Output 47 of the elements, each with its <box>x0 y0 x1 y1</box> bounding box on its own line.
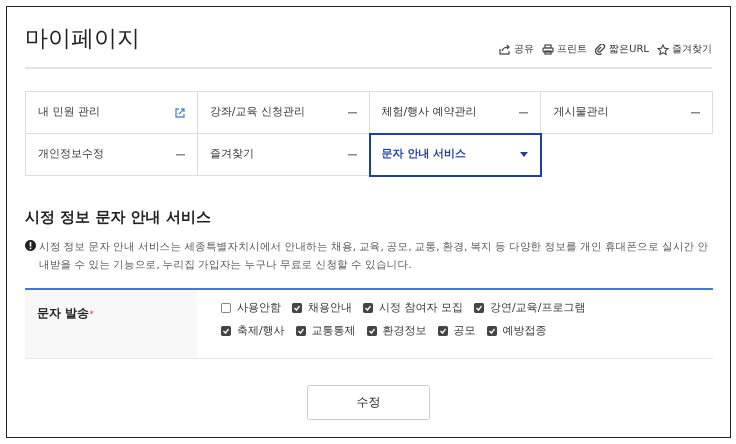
checkbox[interactable] <box>221 326 231 336</box>
caret-icon <box>520 152 528 157</box>
checkbox[interactable] <box>474 302 484 313</box>
option-label: 시정 참여자 모집 <box>379 300 463 316</box>
share-icon <box>499 44 512 55</box>
star-icon <box>657 44 669 56</box>
page-title: 마이페이지 <box>25 28 140 51</box>
dash-icon <box>176 154 185 156</box>
checkbox[interactable] <box>363 302 373 313</box>
section-title: 시정 정보 문자 안내 서비스 <box>25 207 212 228</box>
alert-icon <box>25 240 36 250</box>
menu-tab[interactable]: 즐겨찾기 <box>198 134 370 176</box>
option-label: 공모 <box>454 323 476 339</box>
toolbar-link[interactable]: 즐겨찾기 <box>657 42 712 57</box>
checkbox[interactable] <box>296 326 306 336</box>
option-label: 축제/행사 <box>237 323 285 339</box>
toolbar-link[interactable]: 짧은URL <box>595 42 649 57</box>
dash-icon <box>691 112 700 114</box>
checkbox[interactable] <box>486 326 497 336</box>
option-label: 강연/교육/프로그램 <box>490 300 586 316</box>
menu-tab[interactable]: 문자 안내 서비스 <box>370 134 542 176</box>
checkbox[interactable] <box>292 302 302 313</box>
option-label: 환경정보 <box>382 323 427 339</box>
field-label: 문자 발송 <box>37 306 90 320</box>
print-icon <box>542 44 554 55</box>
menu-tab[interactable]: 강좌/교육 신청관리 <box>198 92 370 134</box>
option-label: 채용안내 <box>308 300 352 316</box>
option-label: 사용안함 <box>237 300 281 316</box>
external-link-icon <box>174 108 185 118</box>
dash-icon <box>348 112 356 114</box>
dash-icon <box>348 154 356 156</box>
link-icon <box>595 44 606 55</box>
notice-text: 시정 정보 문자 안내 서비스는 세종특별자치시에서 안내하는 채용, 교육, 공모, 교통, 환경, 복지 등 다양한 정보를 개인 휴대폰으로 실시간 안내받을 수 있는 기능으로, 누리집 가입자는 누구나 무료로 신청할 수 있습니다. <box>39 240 710 272</box>
menu-tab[interactable]: 체험/행사 예약관리 <box>370 92 542 134</box>
toolbar-link[interactable]: 프린트 <box>542 42 588 57</box>
toolbar-link[interactable]: 공유 <box>499 42 534 57</box>
dash-icon <box>519 112 528 114</box>
checkbox[interactable] <box>221 302 231 313</box>
checkbox[interactable] <box>366 326 377 336</box>
option-label: 예방접종 <box>502 323 547 339</box>
menu-tab[interactable]: 개인정보수정 <box>26 134 198 176</box>
menu-tab[interactable]: 게시물관리 <box>541 92 713 134</box>
required-mark: * <box>89 310 94 320</box>
menu-tab[interactable]: 내 민원 관리 <box>26 92 198 134</box>
edit-button[interactable]: 수정 <box>307 384 430 420</box>
option-label: 교통통제 <box>312 323 356 339</box>
checkbox[interactable] <box>438 326 448 336</box>
